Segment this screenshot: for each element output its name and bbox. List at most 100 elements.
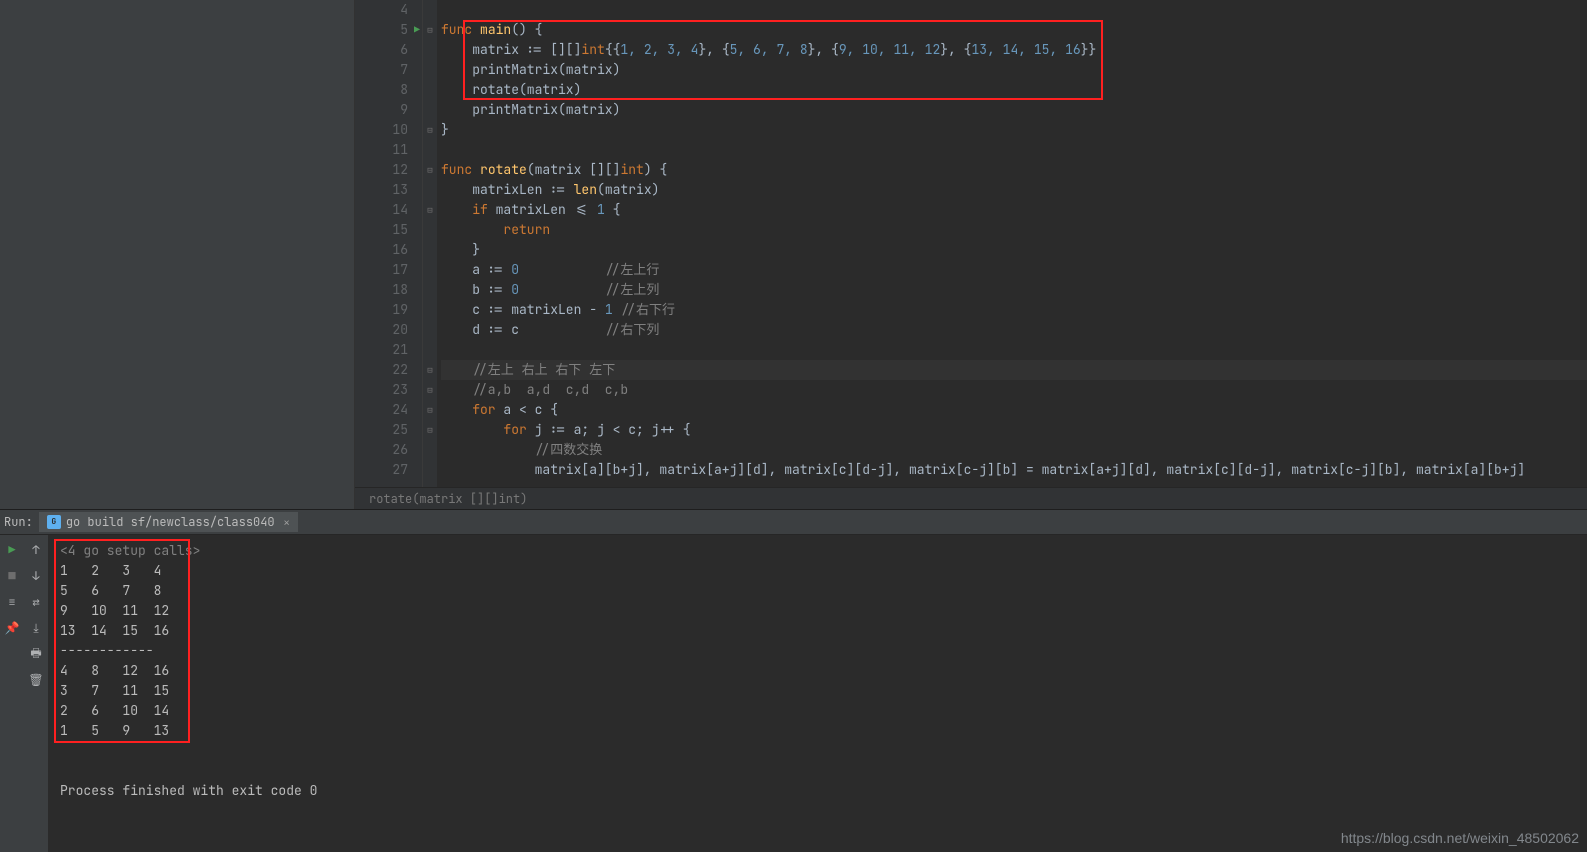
line-number: 14	[355, 200, 408, 220]
line-number: 26	[355, 440, 408, 460]
line-number: 10	[355, 120, 408, 140]
code-editor[interactable]: 4 5 6 7 8 9 10 11 12 13 14 15 16 17 18 1…	[355, 0, 1587, 509]
line-number: 4	[355, 0, 408, 20]
layout-button[interactable]: ≡	[3, 593, 21, 611]
rerun-button[interactable]: ▶	[3, 541, 21, 559]
code-tok: 13, 14, 15, 16	[971, 41, 1080, 58]
code-tok: return	[503, 221, 550, 238]
console-output[interactable]: <4 go setup calls> 1 2 3 4 5 6 7 8 9 10 …	[48, 535, 1587, 852]
console-line: 3 7 11 15	[60, 682, 169, 699]
line-number: 24	[355, 400, 408, 420]
code-tok: {	[605, 201, 621, 218]
code-tok: 1	[605, 301, 613, 318]
line-number: 9	[355, 100, 408, 120]
line-number: 8	[355, 80, 408, 100]
run-panel-label: Run:	[4, 514, 33, 530]
code-tok: func	[441, 161, 480, 178]
code-tok: len	[574, 181, 597, 198]
close-icon[interactable]: ✕	[284, 516, 290, 529]
console-line: 2 6 10 14	[60, 702, 169, 719]
code-tok: }, {	[940, 41, 971, 58]
console-line: 1 2 3 4	[60, 562, 161, 579]
trash-icon[interactable]: 🗑	[27, 671, 45, 689]
fold-column[interactable]	[423, 0, 437, 487]
line-number: 16	[355, 240, 408, 260]
code-line: printMatrix(matrix)	[441, 101, 620, 118]
code-tok: d := c	[441, 321, 519, 338]
code-tok: int	[581, 41, 604, 58]
code-tok	[519, 281, 605, 298]
code-tok: main	[480, 21, 511, 38]
watermark: https://blog.csdn.net/weixin_48502062	[1341, 830, 1579, 846]
code-tok	[441, 381, 472, 398]
line-number: 6	[355, 40, 408, 60]
code-tok	[519, 261, 605, 278]
line-gutter: 4 5 6 7 8 9 10 11 12 13 14 15 16 17 18 1…	[355, 0, 423, 487]
line-number: 17	[355, 260, 408, 280]
code-tok: matrix := [][]	[441, 41, 581, 58]
code-line: printMatrix(matrix)	[441, 61, 620, 78]
line-number: 13	[355, 180, 408, 200]
code-tok: for	[503, 421, 534, 438]
code-tok: }, {	[808, 41, 839, 58]
stop-button[interactable]: ■	[3, 567, 21, 585]
project-sidebar[interactable]	[0, 0, 355, 509]
line-number: 19	[355, 300, 408, 320]
code-tok: int	[620, 161, 643, 178]
code-tok: (matrix [][]	[527, 161, 621, 178]
code-tok	[441, 421, 503, 438]
wrap-icon[interactable]: ⇄	[27, 593, 45, 611]
code-line: matrix[a][b+j], matrix[a+j][d], matrix[c…	[441, 461, 1525, 478]
code-tok	[441, 441, 535, 458]
console-line: 13 14 15 16	[60, 622, 169, 639]
code-line: }	[441, 241, 480, 258]
down-icon[interactable]: ↓	[27, 567, 45, 585]
line-number: 20	[355, 320, 408, 340]
run-config-tab[interactable]: G go build sf/newclass/class040 ✕	[39, 512, 298, 532]
code-tok: (matrix)	[597, 181, 659, 198]
code-tok: () {	[511, 21, 542, 38]
breadcrumb-item: rotate(matrix [][]int)	[369, 491, 527, 507]
line-number: 5	[355, 20, 408, 40]
go-icon: G	[47, 515, 61, 529]
code-tok: matrixLen <=	[496, 201, 597, 218]
code-tok: j := a; j < c; j++ {	[535, 421, 691, 438]
line-number: 23	[355, 380, 408, 400]
code-line: }	[441, 121, 449, 138]
code-tok: //a,b a,d c,d c,b	[472, 381, 628, 398]
code-tok	[441, 361, 472, 378]
code-tok: 1	[597, 201, 605, 218]
code-tok: c := matrixLen -	[441, 301, 605, 318]
code-tok	[441, 221, 503, 238]
console-line: 4 8 12 16	[60, 662, 169, 679]
print-icon[interactable]: 🖶	[27, 645, 45, 663]
code-tok: a < c {	[503, 401, 558, 418]
scroll-icon[interactable]: ⤓	[27, 619, 45, 637]
pin-button[interactable]: 📌	[3, 619, 21, 637]
line-number: 7	[355, 60, 408, 80]
code-tok: for	[472, 401, 503, 418]
code-tok: {{	[605, 41, 621, 58]
console-line: Process finished with exit code 0	[60, 782, 317, 799]
code-tok: //左上列	[605, 281, 660, 298]
code-tok: func	[441, 21, 480, 38]
code-tok	[441, 401, 472, 418]
code-tok: 9, 10, 11, 12	[839, 41, 940, 58]
line-number: 15	[355, 220, 408, 240]
code-tok: 1, 2, 3, 4	[620, 41, 698, 58]
code-tok	[441, 201, 472, 218]
code-tok: rotate	[480, 161, 527, 178]
up-icon[interactable]: ↑	[27, 541, 45, 559]
console-line: 1 5 9 13	[60, 722, 169, 739]
run-tab-label: go build sf/newclass/class040	[66, 514, 275, 530]
line-number: 21	[355, 340, 408, 360]
breadcrumb[interactable]: rotate(matrix [][]int)	[355, 487, 1587, 509]
code-content[interactable]: func main() { matrix := [][]int{{1, 2, 3…	[437, 0, 1587, 487]
code-line: rotate(matrix)	[441, 81, 581, 98]
line-number: 27	[355, 460, 408, 480]
console-line: <4 go setup calls>	[60, 542, 200, 559]
code-tok: //左上 右上 右下 左下	[472, 361, 615, 378]
line-number: 22	[355, 360, 408, 380]
line-number: 11	[355, 140, 408, 160]
run-tool-window[interactable]: Run: G go build sf/newclass/class040 ✕ ▶…	[0, 509, 1587, 852]
